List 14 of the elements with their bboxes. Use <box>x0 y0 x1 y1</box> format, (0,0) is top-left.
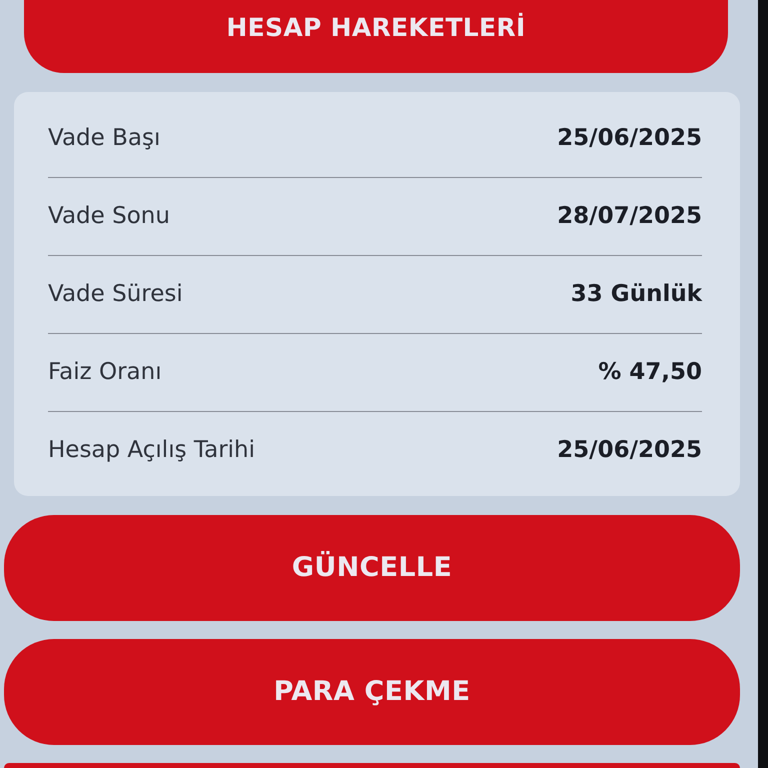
detail-value: 33 Günlük <box>570 280 702 310</box>
detail-label: Vade Sonu <box>48 202 170 232</box>
detail-value: 25/06/2025 <box>557 124 702 153</box>
action-button[interactable]: GÜNCELLE <box>4 515 740 621</box>
cut-off-button[interactable] <box>4 763 740 768</box>
detail-label: Faiz Oranı <box>48 358 162 388</box>
action-button[interactable]: PARA ÇEKME <box>4 639 740 745</box>
detail-label: Vade Başı <box>48 124 160 153</box>
detail-label: Vade Süresi <box>48 280 183 310</box>
detail-value: 28/07/2025 <box>557 202 702 232</box>
detail-value: % 47,50 <box>598 358 702 388</box>
detail-label: Hesap Açılış Tarihi <box>48 436 256 466</box>
account-transactions-button[interactable]: HESAP HAREKETLERİ <box>24 0 728 73</box>
detail-value: 25/06/2025 <box>557 436 702 466</box>
